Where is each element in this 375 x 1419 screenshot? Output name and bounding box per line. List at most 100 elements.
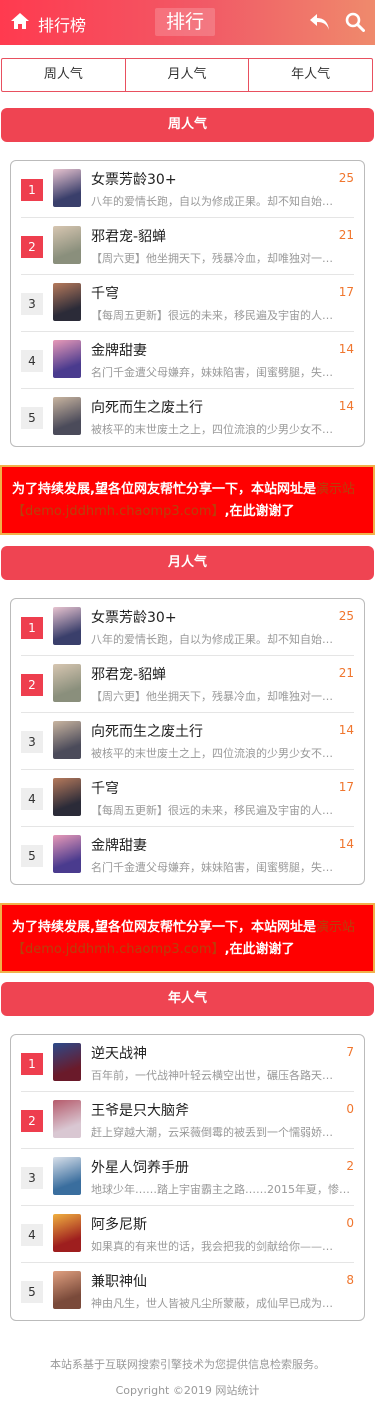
- comic-title[interactable]: 邪君宠-貂蝉: [91, 226, 166, 246]
- comic-title[interactable]: 逆天战神: [91, 1043, 147, 1063]
- rank-badge: 2: [21, 1110, 43, 1132]
- tab-yearly[interactable]: 年人气: [249, 59, 372, 91]
- comic-cover-thumbnail[interactable]: [53, 778, 81, 816]
- top-navigation-bar: 排行榜 排行: [0, 0, 375, 45]
- notice-text: 为了持续发展,望各位网友帮忙分享一下，本站网址是: [12, 920, 316, 935]
- popularity-count: 14: [338, 837, 354, 851]
- list-item[interactable]: 3 千穹 17 【每周五更新】很远的未来，移民遍及宇宙的人…: [21, 275, 354, 332]
- page-footer: 本站系基于互联网搜索引擎技术为您提供信息检索服务。 Copyright ©201…: [0, 1352, 375, 1404]
- list-item[interactable]: 5 金牌甜妻 14 名门千金遭父母嫌弃，妹妹陷害，闺蜜劈腿，失…: [21, 827, 354, 884]
- comic-title[interactable]: 向死而生之废土行: [91, 397, 203, 417]
- comic-description: 【周六更】他坐拥天下，残暴冷血，却唯独对一…: [91, 690, 333, 703]
- comic-title[interactable]: 女票芳龄30+: [91, 169, 177, 189]
- list-item[interactable]: 5 向死而生之废土行 14 被核平的末世废土之上，四位流浪的少男少女不…: [21, 389, 354, 446]
- rank-badge: 1: [21, 179, 43, 201]
- comic-title[interactable]: 金牌甜妻: [91, 835, 147, 855]
- popularity-count: 21: [338, 666, 354, 680]
- popularity-count: 7: [346, 1045, 354, 1059]
- comic-cover-thumbnail[interactable]: [53, 607, 81, 645]
- comic-title[interactable]: 千穹: [91, 778, 119, 798]
- section-header: 周人气: [1, 108, 374, 142]
- comic-title[interactable]: 女票芳龄30+: [91, 607, 177, 627]
- list-item[interactable]: 1 女票芳龄30+ 25 八年的爱情长跑，自以为修成正果。却不知自始…: [21, 599, 354, 656]
- footer-disclaimer: 本站系基于互联网搜索引擎技术为您提供信息检索服务。: [50, 1358, 325, 1371]
- comic-title[interactable]: 王爷是只大脑斧: [91, 1100, 189, 1120]
- section-header: 年人气: [1, 982, 374, 1016]
- comic-cover-thumbnail[interactable]: [53, 226, 81, 264]
- comic-title[interactable]: 阿多尼斯: [91, 1214, 147, 1234]
- popularity-count: 0: [346, 1216, 354, 1230]
- rank-badge: 2: [21, 236, 43, 258]
- comic-title[interactable]: 金牌甜妻: [91, 340, 147, 360]
- comic-cover-thumbnail[interactable]: [53, 1157, 81, 1195]
- list-item[interactable]: 2 邪君宠-貂蝉 21 【周六更】他坐拥天下，残暴冷血，却唯独对一…: [21, 656, 354, 713]
- comic-description: 名门千金遭父母嫌弃，妹妹陷害，闺蜜劈腿，失…: [91, 366, 333, 379]
- comic-cover-thumbnail[interactable]: [53, 283, 81, 321]
- comic-description: 赶上穿越大潮，云采薇倒霉的被丢到一个懦弱娇…: [91, 1126, 333, 1139]
- rank-badge: 1: [21, 1053, 43, 1075]
- rank-badge: 3: [21, 1167, 43, 1189]
- list-item[interactable]: 1 逆天战神 7 百年前，一代战神叶轻云横空出世，碾压各路天…: [21, 1035, 354, 1092]
- comic-cover-thumbnail[interactable]: [53, 664, 81, 702]
- share-notice-banner: 为了持续发展,望各位网友帮忙分享一下，本站网址是演示站【demo.jddhmh.…: [0, 465, 375, 535]
- list-item[interactable]: 3 向死而生之废土行 14 被核平的末世废土之上，四位流浪的少男少女不…: [21, 713, 354, 770]
- comic-title[interactable]: 外星人饲养手册: [91, 1157, 189, 1177]
- list-item[interactable]: 3 外星人饲养手册 2 地球少年……踏上宇宙霸主之路……2015年夏，惨…: [21, 1149, 354, 1206]
- home-icon[interactable]: [10, 12, 30, 30]
- page-title: 排行: [155, 8, 215, 36]
- comic-description: 被核平的末世废土之上，四位流浪的少男少女不…: [91, 747, 333, 760]
- ranking-list: 1 逆天战神 7 百年前，一代战神叶轻云横空出世，碾压各路天… 2 王爷是只大脑斧 0 赶上穿…: [10, 1034, 365, 1321]
- rank-badge: 5: [21, 1281, 43, 1303]
- comic-description: 八年的爱情长跑，自以为修成正果。却不知自始…: [91, 633, 333, 646]
- notice-tail: ,在此谢谢了: [224, 942, 295, 957]
- back-icon[interactable]: [309, 12, 331, 32]
- ranking-list: 1 女票芳龄30+ 25 八年的爱情长跑，自以为修成正果。却不知自始… 2 邪君宠-貂蝉 2…: [10, 160, 365, 447]
- comic-cover-thumbnail[interactable]: [53, 1100, 81, 1138]
- list-item[interactable]: 5 兼职神仙 8 神由凡生，世人皆被凡尘所蒙蔽，成仙早已成为…: [21, 1263, 354, 1320]
- comic-description: 地球少年……踏上宇宙霸主之路……2015年夏，惨…: [91, 1183, 350, 1196]
- section-header: 月人气: [1, 546, 374, 580]
- comic-cover-thumbnail[interactable]: [53, 397, 81, 435]
- popularity-count: 17: [338, 780, 354, 794]
- tab-weekly[interactable]: 周人气: [2, 59, 126, 91]
- search-icon[interactable]: [345, 12, 365, 32]
- list-item[interactable]: 2 邪君宠-貂蝉 21 【周六更】他坐拥天下，残暴冷血，却唯独对一…: [21, 218, 354, 275]
- comic-cover-thumbnail[interactable]: [53, 1271, 81, 1309]
- comic-cover-thumbnail[interactable]: [53, 1043, 81, 1081]
- tab-monthly[interactable]: 月人气: [126, 59, 250, 91]
- comic-title[interactable]: 邪君宠-貂蝉: [91, 664, 166, 684]
- list-item[interactable]: 4 千穹 17 【每周五更新】很远的未来，移民遍及宇宙的人…: [21, 770, 354, 827]
- comic-title[interactable]: 向死而生之废土行: [91, 721, 203, 741]
- popularity-count: 25: [338, 171, 354, 185]
- comic-title[interactable]: 兼职神仙: [91, 1271, 147, 1291]
- popularity-count: 14: [338, 723, 354, 737]
- comic-description: 名门千金遭父母嫌弃，妹妹陷害，闺蜜劈腿，失…: [91, 861, 333, 874]
- comic-description: 【每周五更新】很远的未来，移民遍及宇宙的人…: [91, 309, 333, 322]
- comic-cover-thumbnail[interactable]: [53, 340, 81, 378]
- ranking-list: 1 女票芳龄30+ 25 八年的爱情长跑，自以为修成正果。却不知自始… 2 邪君宠-貂蝉 2…: [10, 598, 365, 885]
- list-item[interactable]: 4 阿多尼斯 0 如果真的有来世的话，我会把我的剑献给你——…: [21, 1206, 354, 1263]
- popularity-count: 2: [346, 1159, 354, 1173]
- list-item[interactable]: 1 女票芳龄30+ 25 八年的爱情长跑，自以为修成正果。却不知自始…: [21, 161, 354, 218]
- list-item[interactable]: 2 王爷是只大脑斧 0 赶上穿越大潮，云采薇倒霉的被丢到一个懦弱娇…: [21, 1092, 354, 1149]
- rank-badge: 1: [21, 617, 43, 639]
- comic-cover-thumbnail[interactable]: [53, 835, 81, 873]
- popularity-count: 14: [338, 342, 354, 356]
- site-brand-link[interactable]: 排行榜: [38, 12, 86, 36]
- list-item[interactable]: 4 金牌甜妻 14 名门千金遭父母嫌弃，妹妹陷害，闺蜜劈腿，失…: [21, 332, 354, 389]
- rank-badge: 3: [21, 731, 43, 753]
- comic-cover-thumbnail[interactable]: [53, 721, 81, 759]
- comic-description: 被核平的末世废土之上，四位流浪的少男少女不…: [91, 423, 333, 436]
- rank-badge: 2: [21, 674, 43, 696]
- rank-badge: 3: [21, 293, 43, 315]
- popularity-count: 25: [338, 609, 354, 623]
- ranking-tabs: 周人气 月人气 年人气: [1, 58, 373, 92]
- popularity-count: 0: [346, 1102, 354, 1116]
- comic-title[interactable]: 千穹: [91, 283, 119, 303]
- comic-cover-thumbnail[interactable]: [53, 1214, 81, 1252]
- footer-copyright: Copyright ©2019 网站统计: [115, 1384, 260, 1397]
- rank-badge: 5: [21, 407, 43, 429]
- comic-cover-thumbnail[interactable]: [53, 169, 81, 207]
- popularity-count: 8: [346, 1273, 354, 1287]
- rank-badge: 5: [21, 845, 43, 867]
